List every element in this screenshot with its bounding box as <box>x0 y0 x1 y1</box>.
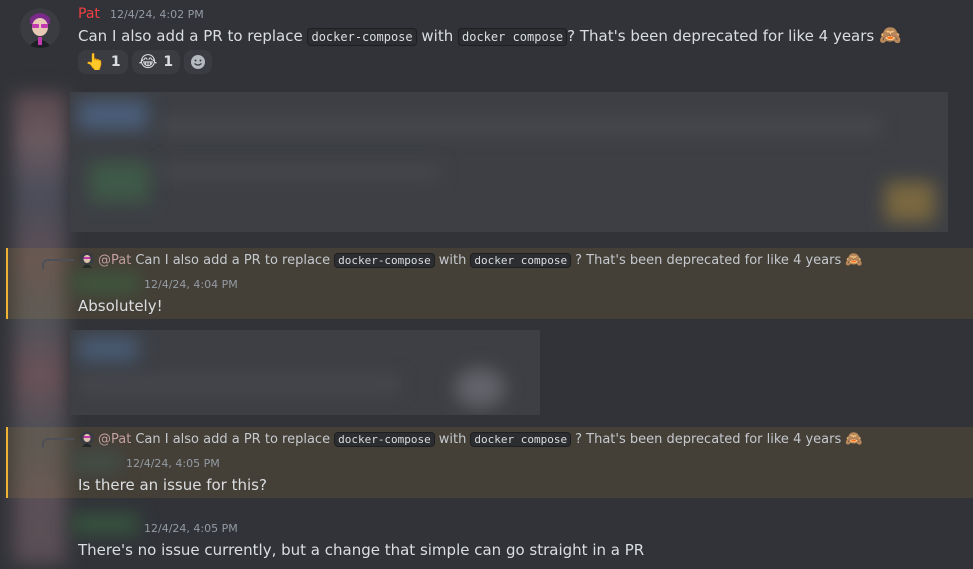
reaction-count: 1 <box>110 54 121 70</box>
blurred-username <box>72 453 122 471</box>
inline-code: docker-compose <box>334 252 435 268</box>
pointing-up-emoji: 👆 <box>85 52 105 71</box>
blurred-message-block <box>70 92 948 232</box>
avatar[interactable] <box>20 8 60 48</box>
message-content: There's no issue currently, but a change… <box>78 541 645 559</box>
message-author[interactable]: Pat <box>78 6 100 22</box>
reply-reference[interactable]: @Pat Can I also add a PR to replace dock… <box>80 252 863 268</box>
blurred-username <box>72 274 140 292</box>
reaction-pointing-up[interactable]: 👆 1 <box>78 50 128 74</box>
reply-mention[interactable]: @Pat <box>98 253 131 268</box>
reactions-bar: 👆 1 😂 1 <box>78 50 213 74</box>
inline-code: docker-compose <box>307 28 417 46</box>
inline-code: docker-compose <box>334 431 435 447</box>
reply-avatar-icon <box>80 252 94 268</box>
message-timestamp: 12/4/24, 4:04 PM <box>144 278 238 291</box>
laughing-emoji: 😂 <box>138 52 158 71</box>
inline-code: docker compose <box>470 252 572 268</box>
blurred-message-block <box>70 330 540 415</box>
message-timestamp: 12/4/24, 4:05 PM <box>126 457 220 470</box>
blurred-username <box>72 514 138 534</box>
inline-code: docker compose <box>470 431 572 447</box>
message-content: Is there an issue for this? <box>78 476 267 494</box>
reply-avatar-icon <box>80 431 94 447</box>
inline-code: docker compose <box>458 28 568 46</box>
add-reaction-button[interactable] <box>184 50 213 74</box>
reply-spine <box>42 259 74 269</box>
message-timestamp: 12/4/24, 4:02 PM <box>110 8 204 21</box>
monkey-emoji: 🙈 <box>845 431 863 447</box>
message-content: Absolutely! <box>78 297 163 315</box>
message-content: Can I also add a PR to replace docker-co… <box>78 25 902 46</box>
message-timestamp: 12/4/24, 4:05 PM <box>144 522 238 535</box>
reply-spine <box>42 438 74 448</box>
reply-mention[interactable]: @Pat <box>98 432 131 447</box>
monkey-emoji: 🙈 <box>879 25 902 46</box>
reply-reference[interactable]: @Pat Can I also add a PR to replace dock… <box>80 431 863 447</box>
monkey-emoji: 🙈 <box>845 252 863 268</box>
add-reaction-icon <box>191 55 206 69</box>
reaction-count: 1 <box>163 54 174 70</box>
reaction-laughing[interactable]: 😂 1 <box>131 50 181 74</box>
